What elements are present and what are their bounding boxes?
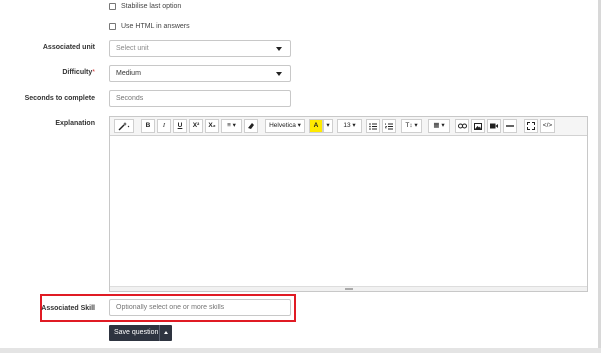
associated-unit-value: Select unit — [116, 45, 149, 52]
checkbox-box[interactable] — [109, 3, 116, 10]
bold-button[interactable]: B — [141, 119, 155, 133]
expand-icon — [527, 122, 535, 130]
link-icon — [457, 123, 467, 129]
bullet-list-icon — [369, 123, 377, 130]
explanation-editor: B I U X² X₂ ≡ ▾ Helvetica ▾ A ▾ 13 ▾ T↕ … — [109, 116, 588, 292]
editor-content-area[interactable] — [110, 136, 587, 286]
horizontal-rule-icon — [506, 125, 514, 127]
code-view-button[interactable]: </> — [540, 119, 555, 133]
underline-button[interactable]: U — [173, 119, 187, 133]
difficulty-value: Medium — [116, 70, 141, 77]
seconds-input[interactable] — [109, 90, 291, 107]
text-size-button[interactable]: T↕ ▾ — [401, 119, 422, 133]
resize-grip-icon[interactable] — [345, 288, 353, 290]
fullscreen-button[interactable] — [524, 119, 538, 133]
horizontal-rule-button[interactable] — [503, 119, 517, 133]
subscript-button[interactable]: X₂ — [205, 119, 219, 133]
checkbox-box[interactable] — [109, 23, 116, 30]
font-name-select[interactable]: Helvetica ▾ — [265, 119, 305, 133]
eraser-button[interactable] — [244, 119, 258, 133]
question-form: Stabilise last option Use HTML in answer… — [0, 0, 598, 348]
associated-unit-select[interactable]: Select unit — [109, 40, 291, 57]
eraser-icon — [248, 123, 254, 129]
chevron-down-icon — [276, 47, 282, 51]
font-size-select[interactable]: 13 ▾ — [337, 119, 362, 133]
stabilise-last-option-label: Stabilise last option — [121, 3, 182, 10]
unordered-list-button[interactable] — [366, 119, 380, 133]
associated-skill-input[interactable] — [109, 299, 291, 316]
video-button[interactable] — [487, 119, 501, 133]
table-button[interactable]: ▦ ▾ — [428, 119, 450, 133]
font-color-button[interactable]: A — [309, 119, 323, 133]
picture-button[interactable] — [471, 119, 485, 133]
italic-button[interactable]: I — [157, 119, 171, 133]
chevron-down-icon — [276, 72, 282, 76]
caret-up-icon — [164, 331, 168, 334]
font-color-dropdown[interactable]: ▾ — [323, 119, 333, 133]
save-question-button[interactable]: Save question — [109, 325, 172, 341]
numbered-list-icon — [384, 123, 393, 130]
paragraph-button[interactable]: ≡ ▾ — [221, 119, 242, 133]
ordered-list-button[interactable] — [382, 119, 396, 133]
magic-wand-icon — [118, 122, 130, 131]
stabilise-last-option-checkbox[interactable]: Stabilise last option — [109, 3, 181, 10]
page-bottom-edge — [0, 348, 601, 353]
difficulty-label: Difficulty* — [0, 68, 95, 78]
image-icon — [474, 123, 482, 130]
difficulty-label-text: Difficulty — [62, 69, 93, 76]
save-question-label: Save question — [114, 329, 159, 336]
superscript-button[interactable]: X² — [189, 119, 203, 133]
editor-toolbar: B I U X² X₂ ≡ ▾ Helvetica ▾ A ▾ 13 ▾ T↕ … — [110, 117, 587, 136]
associated-unit-label: Associated unit — [42, 44, 95, 51]
editor-resize-bar[interactable] — [110, 286, 587, 291]
required-mark: * — [92, 69, 95, 76]
use-html-answers-label: Use HTML in answers — [121, 23, 190, 30]
save-options-toggle[interactable] — [159, 325, 172, 341]
associated-skill-label: Associated Skill — [41, 305, 95, 312]
seconds-to-complete-label: Seconds to complete — [24, 95, 95, 102]
difficulty-select[interactable]: Medium — [109, 65, 291, 82]
video-icon — [490, 123, 498, 129]
explanation-label: Explanation — [55, 120, 95, 127]
style-button[interactable] — [114, 119, 134, 133]
use-html-answers-checkbox[interactable]: Use HTML in answers — [109, 23, 190, 30]
link-button[interactable] — [455, 119, 469, 133]
